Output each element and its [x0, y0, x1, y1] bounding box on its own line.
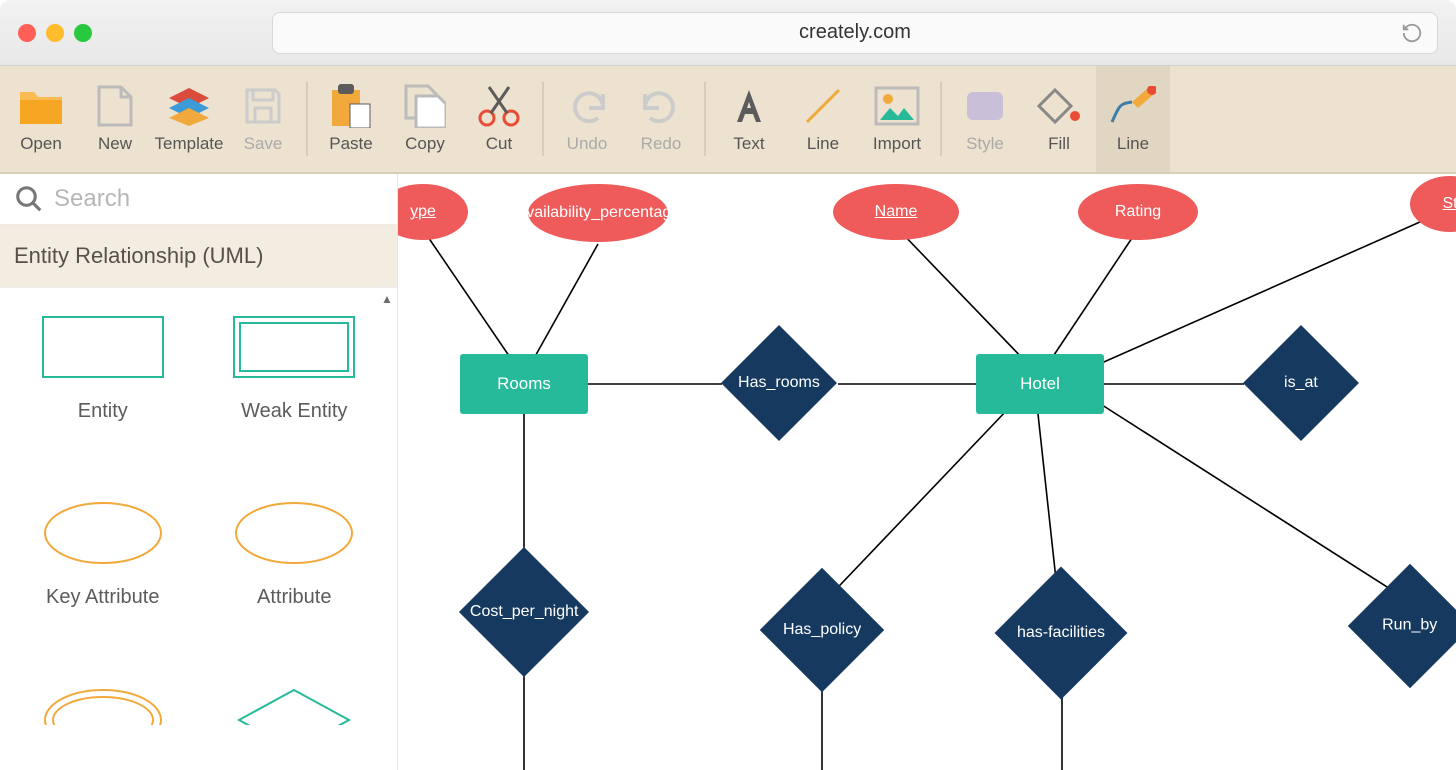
diagram-canvas[interactable]: ype Availability_percentage Name Rating … — [398, 174, 1456, 770]
shape-label: Entity — [78, 400, 128, 423]
toolbar-label: Import — [873, 134, 921, 154]
entity-shape-icon — [38, 312, 168, 382]
toolbar-label: Cut — [486, 134, 512, 154]
attr-name[interactable]: Name — [833, 184, 959, 240]
toolbar-separator — [704, 82, 706, 156]
url-bar[interactable]: creately.com — [272, 12, 1438, 54]
toolbar-label: Undo — [567, 134, 608, 154]
toolbar-separator — [542, 82, 544, 156]
line-style-button[interactable]: Line — [1096, 66, 1170, 172]
entity-rooms[interactable]: Rooms — [460, 354, 588, 414]
save-icon — [240, 84, 286, 128]
shape-weak-entity[interactable]: Weak Entity — [202, 312, 388, 468]
fill-button[interactable]: Fill — [1022, 66, 1096, 172]
toolbar: Open New Template Save Paste Copy C — [0, 66, 1456, 174]
toolbar-separator — [940, 82, 942, 156]
toolbar-label: Text — [733, 134, 764, 154]
sidebar: Entity Relationship (UML) Entity Weak En… — [0, 174, 398, 770]
toolbar-label: Line — [807, 134, 839, 154]
new-button[interactable]: New — [78, 66, 152, 172]
redo-button[interactable]: Redo — [624, 66, 698, 172]
shape-attribute[interactable]: Attribute — [202, 498, 388, 654]
import-button[interactable]: Import — [860, 66, 934, 172]
entity-hotel[interactable]: Hotel — [976, 354, 1104, 414]
panel-title: Entity Relationship (UML) — [0, 225, 397, 288]
multivalued-attribute-shape-icon — [38, 685, 168, 725]
toolbar-separator — [306, 82, 308, 156]
toolbar-label: New — [98, 134, 132, 154]
redo-icon — [638, 84, 684, 128]
line-tool-button[interactable]: Line — [786, 66, 860, 172]
close-icon[interactable] — [18, 24, 36, 42]
shape-multivalued-attribute[interactable] — [10, 685, 196, 770]
template-button[interactable]: Template — [152, 66, 226, 172]
toolbar-label: Template — [155, 134, 224, 154]
undo-icon — [564, 84, 610, 128]
shape-label: Attribute — [257, 586, 331, 609]
open-button[interactable]: Open — [4, 66, 78, 172]
shape-label: Weak Entity — [241, 400, 347, 423]
new-file-icon — [92, 84, 138, 128]
undo-button[interactable]: Undo — [550, 66, 624, 172]
search-row — [0, 174, 397, 225]
shape-entity[interactable]: Entity — [10, 312, 196, 468]
toolbar-label: Paste — [329, 134, 372, 154]
cut-icon — [476, 84, 522, 128]
toolbar-label: Style — [966, 134, 1004, 154]
cut-button[interactable]: Cut — [462, 66, 536, 172]
attr-availability[interactable]: Availability_percentage — [528, 184, 668, 242]
copy-button[interactable]: Copy — [388, 66, 462, 172]
shape-key-attribute[interactable]: Key Attribute — [10, 498, 196, 654]
url-text: creately.com — [799, 21, 911, 44]
toolbar-label: Fill — [1048, 134, 1070, 154]
maximize-icon[interactable] — [74, 24, 92, 42]
line-icon — [800, 84, 846, 128]
search-input[interactable] — [54, 185, 383, 213]
text-icon — [726, 84, 772, 128]
paste-icon — [328, 84, 374, 128]
toolbar-label: Redo — [641, 134, 682, 154]
edges-layer — [398, 174, 1456, 770]
search-icon[interactable] — [14, 184, 44, 214]
toolbar-label: Save — [244, 134, 283, 154]
attribute-shape-icon — [229, 498, 359, 568]
style-button[interactable]: Style — [948, 66, 1022, 172]
key-attribute-shape-icon — [38, 498, 168, 568]
minimize-icon[interactable] — [46, 24, 64, 42]
refresh-icon[interactable] — [1401, 22, 1423, 44]
scroll-up-icon[interactable] — [381, 290, 395, 304]
template-icon — [166, 84, 212, 128]
style-icon — [962, 84, 1008, 128]
window-controls — [18, 24, 92, 42]
attr-rating[interactable]: Rating — [1078, 184, 1198, 240]
toolbar-label: Line — [1117, 134, 1149, 154]
copy-icon — [402, 84, 448, 128]
pencil-icon — [1110, 84, 1156, 128]
text-button[interactable]: Text — [712, 66, 786, 172]
toolbar-label: Open — [20, 134, 62, 154]
fill-icon — [1036, 84, 1082, 128]
relationship-shape-icon — [229, 685, 359, 725]
folder-icon — [18, 84, 64, 128]
paste-button[interactable]: Paste — [314, 66, 388, 172]
toolbar-label: Copy — [405, 134, 445, 154]
shape-label: Key Attribute — [46, 586, 159, 609]
browser-chrome: creately.com — [0, 0, 1456, 66]
import-icon — [874, 84, 920, 128]
shape-relationship[interactable] — [202, 685, 388, 770]
shape-palette: Entity Weak Entity Key Attribute Attribu… — [0, 288, 397, 770]
save-button[interactable]: Save — [226, 66, 300, 172]
weak-entity-shape-icon — [229, 312, 359, 382]
